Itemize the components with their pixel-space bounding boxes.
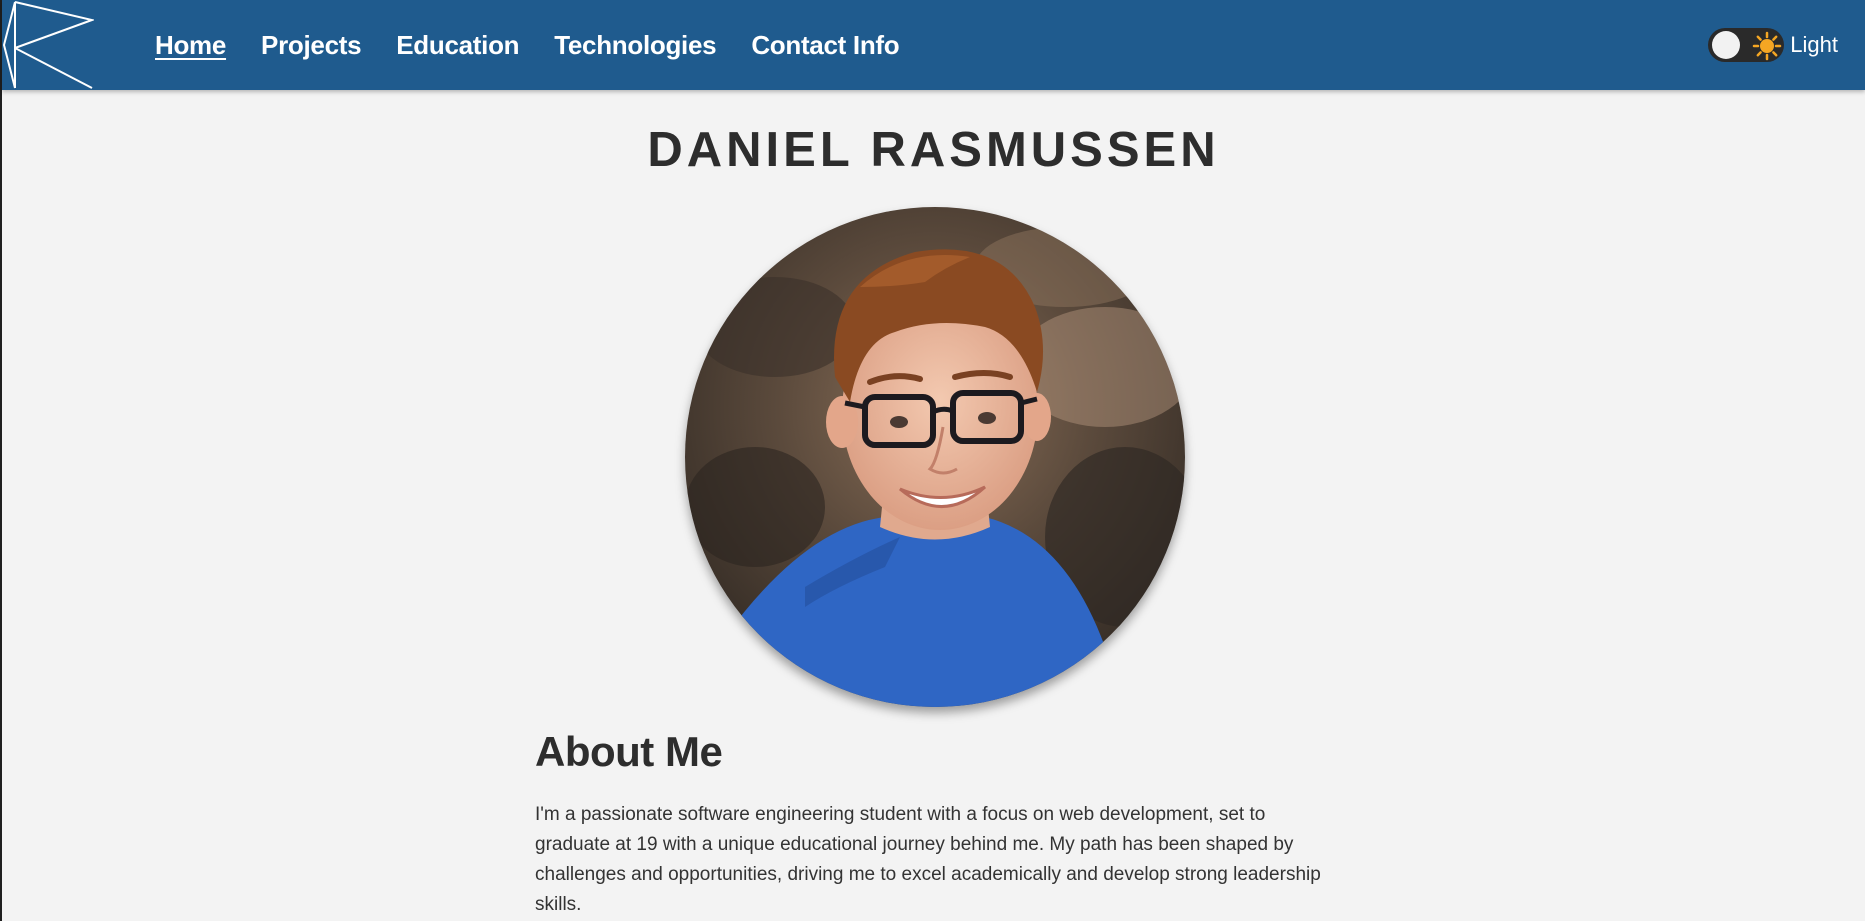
toggle-knob: [1712, 31, 1741, 59]
nav-item-technologies[interactable]: Technologies: [554, 30, 716, 61]
nav-item-projects[interactable]: Projects: [261, 30, 362, 61]
about-text: I'm a passionate software engineering st…: [535, 804, 1321, 915]
main-nav: Home Projects Education Technologies Con…: [155, 0, 900, 90]
theme-toggle-switch[interactable]: [1708, 28, 1785, 62]
logo-icon[interactable]: [2, 0, 96, 90]
nav-item-contact-info[interactable]: Contact Info: [751, 30, 899, 61]
theme-toggle: Light: [1708, 27, 1838, 63]
page: Home Projects Education Technologies Con…: [0, 0, 1865, 921]
page-title: DANIEL RASMUSSEN: [647, 123, 1220, 177]
theme-label: Light: [1790, 32, 1838, 57]
navbar: Home Projects Education Technologies Con…: [2, 0, 1865, 90]
nav-item-home[interactable]: Home: [155, 30, 226, 61]
nav-item-education[interactable]: Education: [396, 30, 519, 61]
sun-icon: [1752, 31, 1782, 61]
about-heading: About Me: [535, 728, 723, 775]
profile-photo: [685, 207, 1185, 707]
